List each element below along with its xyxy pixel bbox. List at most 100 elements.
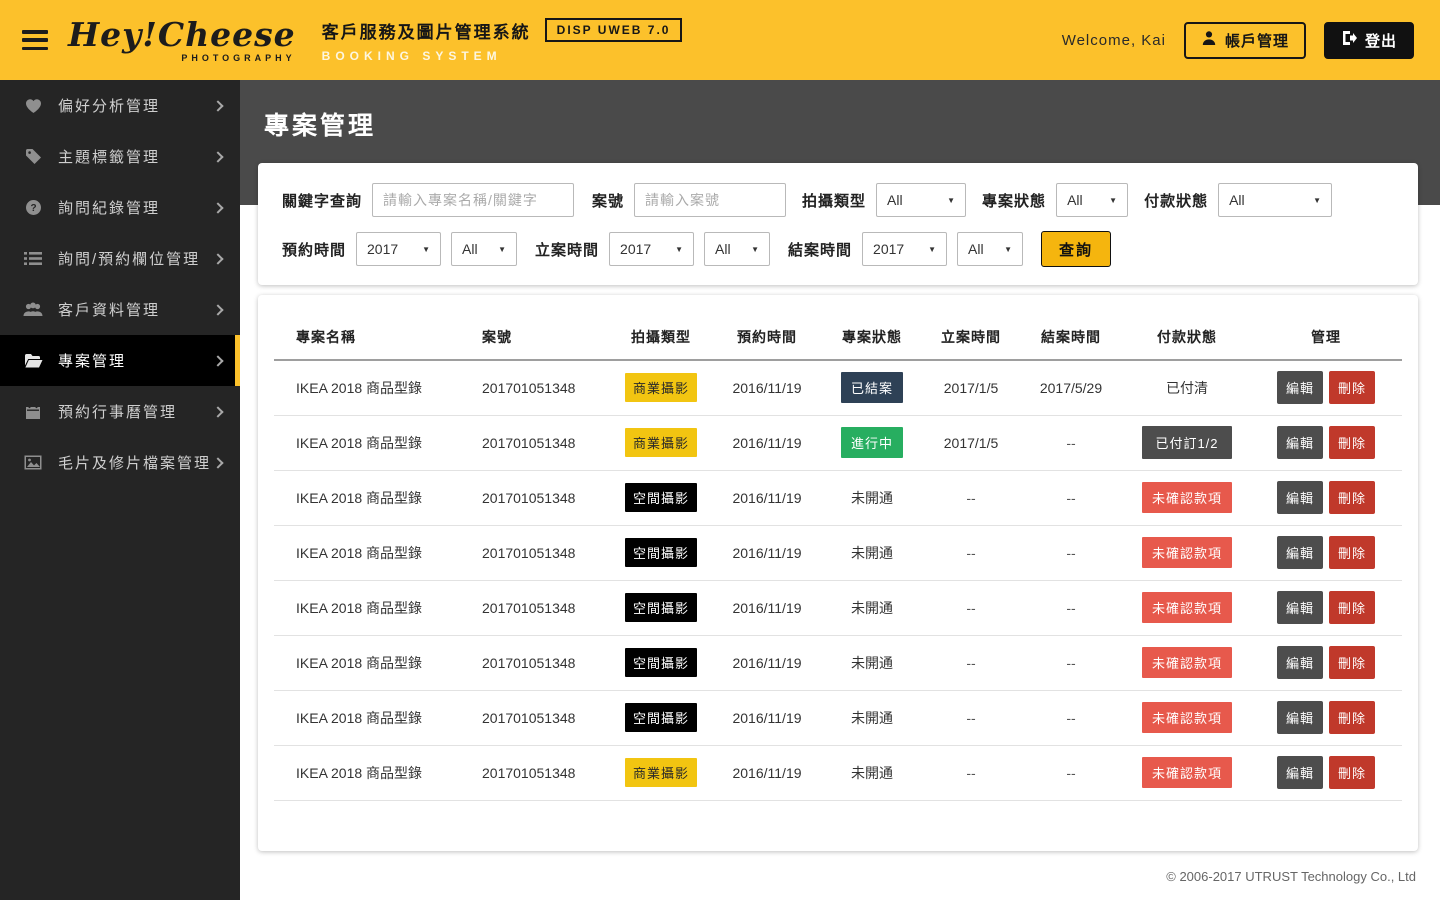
sidebar-item-tags[interactable]: 主題標籤管理	[0, 131, 240, 182]
project-status-badge: 已結案	[840, 372, 903, 404]
caret-down-icon: ▼	[1313, 195, 1322, 205]
payment-status-cell: 已付清	[1124, 360, 1250, 416]
edit-button[interactable]: 編輯	[1276, 481, 1323, 514]
caret-down-icon: ▼	[675, 244, 684, 254]
close-date-cell: 2017/5/29	[1018, 360, 1124, 416]
delete-button[interactable]: 刪除	[1329, 591, 1376, 624]
copyright-text: © 2006-2017 UTRUST Technology Co., Ltd	[1166, 869, 1416, 884]
edit-button[interactable]: 編輯	[1276, 371, 1323, 405]
chevron-right-icon	[212, 405, 224, 418]
table-row: IKEA 2018 商品型錄 201701051348 空間攝影 2016/11/19…	[274, 690, 1402, 746]
column-header: 管理	[1250, 313, 1402, 361]
payment-status-badge: 已付訂1/2	[1142, 426, 1232, 459]
shoot-type-cell: 空間攝影	[608, 635, 714, 691]
booking-year-select[interactable]: 2017 ▼	[356, 232, 442, 266]
close-year-select[interactable]: 2017 ▼	[862, 232, 948, 266]
payment-status-cell: 未確認款項	[1124, 525, 1250, 581]
booking-date-cell: 2016/11/19	[714, 525, 820, 581]
open-date-cell: --	[924, 690, 1018, 746]
shoot-type-badge: 空間攝影	[624, 648, 697, 677]
case-no-input[interactable]	[634, 183, 787, 217]
project-status-cell: 未開通	[820, 525, 924, 581]
shoot-type-cell: 商業攝影	[608, 360, 714, 416]
logo-script-text: Hey!Cheese	[68, 14, 296, 54]
shoot-type-select[interactable]: All ▼	[876, 183, 967, 217]
project-status-text: 未開通	[851, 599, 893, 616]
table-row: IKEA 2018 商品型錄 201701051348 空間攝影 2016/11/19…	[274, 470, 1402, 526]
close-date-cell: --	[1018, 745, 1124, 801]
sidebar-item-files[interactable]: 毛片及修片檔案管理	[0, 437, 240, 488]
search-button[interactable]: 查詢	[1041, 231, 1112, 267]
booking-date-cell: 2016/11/19	[714, 360, 820, 416]
payment-status-badge: 未確認款項	[1141, 592, 1232, 623]
open-month-select[interactable]: All ▼	[704, 232, 771, 266]
open-year-select[interactable]: 2017 ▼	[609, 232, 695, 266]
delete-button[interactable]: 刪除	[1329, 701, 1376, 734]
shoot-type-badge: 商業攝影	[624, 758, 697, 787]
sidebar-item-calendar[interactable]: 預約行事曆管理	[0, 386, 240, 437]
open-time-label: 立案時間	[535, 241, 600, 259]
column-header: 案號	[460, 313, 608, 361]
shoot-type-badge: 空間攝影	[624, 593, 697, 622]
folder-icon	[22, 353, 44, 368]
caret-down-icon: ▼	[498, 244, 507, 254]
close-month-select[interactable]: All ▼	[957, 232, 1024, 266]
booking-date-cell: 2016/11/19	[714, 415, 820, 471]
delete-button[interactable]: 刪除	[1329, 646, 1376, 679]
edit-button[interactable]: 編輯	[1276, 646, 1323, 679]
edit-button[interactable]: 編輯	[1276, 756, 1323, 789]
menu-icon[interactable]	[22, 30, 48, 50]
project-status-cell: 未開通	[820, 635, 924, 691]
shoot-type-badge: 空間攝影	[624, 483, 697, 512]
table-row: IKEA 2018 商品型錄 201701051348 商業攝影 2016/11/19…	[274, 745, 1402, 801]
manage-cell: 編輯 刪除	[1250, 580, 1402, 636]
delete-button[interactable]: 刪除	[1329, 756, 1376, 789]
project-name-cell: IKEA 2018 商品型錄	[274, 745, 460, 801]
payment-status-select[interactable]: All ▼	[1218, 183, 1333, 217]
edit-button[interactable]: 編輯	[1276, 426, 1323, 459]
sidebar-item-preference[interactable]: 偏好分析管理	[0, 80, 240, 131]
app-header: Hey!Cheese PHOTOGRAPHY 客戶服務及圖片管理系統 DISP …	[0, 0, 1440, 80]
booking-month-select[interactable]: All ▼	[451, 232, 518, 266]
project-status-cell: 已結案	[820, 360, 924, 416]
sidebar-item-label: 專案管理	[58, 353, 127, 370]
payment-status-cell: 未確認款項	[1124, 580, 1250, 636]
edit-button[interactable]: 編輯	[1276, 536, 1323, 569]
manage-cell: 編輯 刪除	[1250, 745, 1402, 801]
table-row: IKEA 2018 商品型錄 201701051348 空間攝影 2016/11/19…	[274, 525, 1402, 581]
project-name-cell: IKEA 2018 商品型錄	[274, 635, 460, 691]
shoot-type-value: All	[887, 192, 903, 208]
edit-button[interactable]: 編輯	[1276, 591, 1323, 624]
sidebar-item-fields[interactable]: 詢問/預約欄位管理	[0, 233, 240, 284]
sidebar-item-inquiry[interactable]: ? 詢問紀錄管理	[0, 182, 240, 233]
open-month-value: All	[715, 241, 731, 257]
booking-date-cell: 2016/11/19	[714, 745, 820, 801]
projects-table-panel: 專案名稱 案號 拍攝類型 預約時間 專案狀態 立案時間 結案時間 付款狀態 管理 IKEA 20…	[258, 295, 1418, 851]
shoot-type-badge: 空間攝影	[624, 703, 697, 732]
sidebar-item-label: 客戶資料管理	[58, 302, 161, 319]
close-month-value: All	[968, 241, 984, 257]
close-date-cell: --	[1018, 580, 1124, 636]
manage-cell: 編輯 刪除	[1250, 635, 1402, 691]
logout-button[interactable]: 登出	[1323, 21, 1414, 59]
delete-button[interactable]: 刪除	[1329, 371, 1376, 405]
keyword-label: 關鍵字查詢	[282, 192, 363, 210]
delete-button[interactable]: 刪除	[1329, 426, 1376, 459]
shoot-type-cell: 商業攝影	[608, 415, 714, 471]
account-button[interactable]: 帳戶管理	[1183, 21, 1306, 59]
project-status-cell: 進行中	[820, 415, 924, 471]
edit-button[interactable]: 編輯	[1276, 701, 1323, 734]
image-icon	[22, 455, 44, 470]
case-no-cell: 201701051348	[460, 580, 608, 636]
sidebar-item-customers[interactable]: 客戶資料管理	[0, 284, 240, 335]
project-status-select[interactable]: All ▼	[1056, 183, 1129, 217]
sidebar-item-label: 預約行事曆管理	[58, 404, 178, 421]
shoot-type-label: 拍攝類型	[802, 192, 867, 210]
keyword-input[interactable]	[372, 183, 575, 217]
delete-button[interactable]: 刪除	[1329, 481, 1376, 514]
payment-status-badge: 未確認款項	[1141, 702, 1232, 733]
sidebar-item-projects[interactable]: 專案管理	[0, 335, 240, 386]
project-status-text: 未開通	[851, 709, 893, 726]
open-date-cell: --	[924, 635, 1018, 691]
delete-button[interactable]: 刪除	[1329, 536, 1376, 569]
